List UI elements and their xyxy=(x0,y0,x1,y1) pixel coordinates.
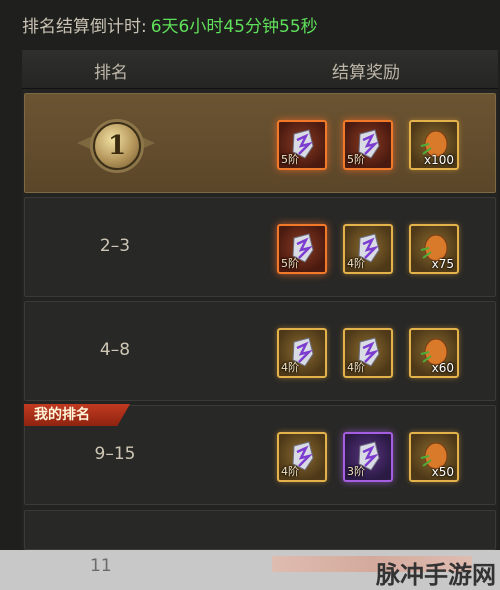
reward-item-fruit[interactable]: x60 xyxy=(409,328,459,378)
countdown-text: 排名结算倒计时: 6天6小时45分钟55秒 xyxy=(22,12,318,37)
reward-item-crystal[interactable]: 5阶 xyxy=(277,224,327,274)
table-header: 排名 结算奖励 xyxy=(22,50,498,89)
rank-medal-icon: 1 xyxy=(93,122,141,170)
my-rank-tag: 我的排名 xyxy=(24,404,130,426)
item-label: 4阶 xyxy=(281,361,299,374)
reward-item-crystal[interactable]: 4阶 xyxy=(277,432,327,482)
header-rank: 排名 xyxy=(94,63,128,83)
countdown-label: 排名结算倒计时: xyxy=(22,17,147,37)
reward-item-crystal[interactable]: 5阶 xyxy=(343,120,393,170)
item-quantity: x50 xyxy=(431,465,454,479)
item-label: 4阶 xyxy=(347,257,365,270)
item-label: 5阶 xyxy=(347,153,365,166)
rank-row-2[interactable]: 2–3 5阶 4阶 x75 xyxy=(24,197,496,297)
item-label: 4阶 xyxy=(281,465,299,478)
item-quantity: x60 xyxy=(431,361,454,375)
watermark-text: 脉冲手游网 xyxy=(376,561,496,589)
my-rank-value: 11 xyxy=(90,556,112,576)
item-quantity: x75 xyxy=(431,257,454,271)
reward-item-fruit[interactable]: x100 xyxy=(409,120,459,170)
rank-range: 4–8 xyxy=(99,340,131,360)
rank-row-1[interactable]: 1 5阶 5阶 x100 xyxy=(24,93,496,193)
rank-range: 2–3 xyxy=(99,236,131,256)
item-label: 5阶 xyxy=(281,257,299,270)
reward-item-crystal[interactable]: 4阶 xyxy=(343,328,393,378)
rank-row-5-partial xyxy=(24,510,496,550)
item-label: 3阶 xyxy=(347,465,365,478)
item-label: 4阶 xyxy=(347,361,365,374)
countdown-value: 6天6小时45分钟55秒 xyxy=(150,17,318,37)
item-label: 5阶 xyxy=(281,153,299,166)
rank-range: 9–15 xyxy=(94,444,136,464)
reward-item-fruit[interactable]: x50 xyxy=(409,432,459,482)
reward-item-crystal[interactable]: 3阶 xyxy=(343,432,393,482)
reward-item-fruit[interactable]: x75 xyxy=(409,224,459,274)
reward-item-crystal[interactable]: 4阶 xyxy=(277,328,327,378)
reward-item-crystal[interactable]: 5阶 xyxy=(277,120,327,170)
header-reward: 结算奖励 xyxy=(332,63,400,83)
reward-item-crystal[interactable]: 4阶 xyxy=(343,224,393,274)
item-quantity: x100 xyxy=(423,153,454,167)
rank-row-3[interactable]: 4–8 4阶 4阶 x60 xyxy=(24,301,496,401)
